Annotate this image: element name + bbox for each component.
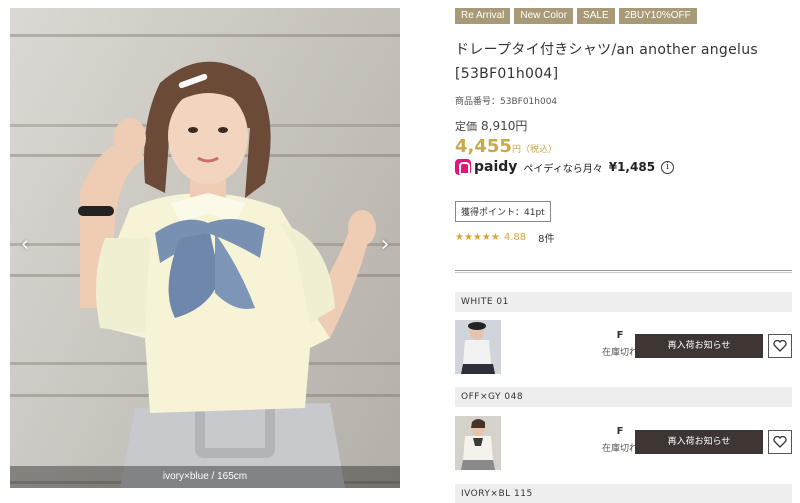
paidy-brand: paidy: [474, 159, 518, 175]
gallery-next-button[interactable]: ›: [374, 234, 396, 256]
heart-icon: [773, 340, 787, 352]
tag-list: Re Arrival New Color SALE 2BUY10%OFF: [455, 8, 795, 24]
variant-color-header: OFF×GY 048: [455, 387, 792, 407]
list-price-value: 8,910円: [481, 119, 528, 133]
points-badge: 獲得ポイント：41pt: [455, 201, 551, 222]
product-image-gallery[interactable]: ‹ › ivory×blue / 165cm: [10, 8, 400, 488]
rating-value: 4.88: [503, 232, 527, 243]
tag-2buy: 2BUY10%OFF: [618, 8, 697, 24]
paidy-logo: paidy: [455, 159, 517, 175]
list-price: 定価 8,910円: [455, 117, 795, 134]
sale-price: 4,455: [455, 136, 512, 157]
gallery-prev-button[interactable]: ‹: [14, 234, 36, 256]
sku-label: 商品番号：: [455, 97, 501, 107]
favorite-button[interactable]: [768, 430, 792, 454]
product-info: Re Arrival New Color SALE 2BUY10%OFF ドレー…: [455, 8, 795, 245]
variant-color-header: WHITE 01: [455, 292, 792, 312]
variant-row: F 在庫切れ 再入荷お知らせ: [455, 318, 792, 376]
variant-row: F 在庫切れ 再入荷お知らせ: [455, 414, 792, 472]
review-count[interactable]: 8件: [538, 230, 554, 245]
sku-value: 53BF01h004: [500, 97, 558, 107]
star-rating-icon: ★★★★★: [455, 232, 500, 243]
paidy-amount: ¥1,485: [608, 160, 656, 174]
variant-color-header: IVORY×BL 115: [455, 484, 792, 503]
tag-sale: SALE: [577, 8, 615, 24]
sale-price-suffix: 円（税込）: [511, 145, 557, 155]
tag-re-arrival: Re Arrival: [455, 8, 511, 24]
image-caption: ivory×blue / 165cm: [10, 466, 400, 488]
variant-thumbnail[interactable]: [455, 416, 501, 470]
variant-thumbnail[interactable]: [455, 320, 501, 374]
paidy-installment: paidy ペイディなら月々 ¥1,485 i: [455, 159, 795, 175]
product-title: ドレープタイ付きシャツ/an another angelus [53BF01h0…: [455, 42, 758, 82]
restock-notify-button[interactable]: 再入荷お知らせ: [635, 334, 763, 358]
heart-icon: [773, 436, 787, 448]
model-photo: [78, 61, 376, 488]
paidy-mark-icon: [455, 159, 471, 175]
rating[interactable]: ★★★★★ 4.88 8件: [455, 230, 795, 245]
product-sku: 商品番号：53BF01h004: [455, 94, 795, 107]
paidy-text: ペイディなら月々: [523, 163, 603, 175]
favorite-button[interactable]: [768, 334, 792, 358]
sale-price-row: 4,455円（税込）: [455, 136, 795, 157]
info-icon[interactable]: i: [661, 160, 675, 174]
tag-new-color: New Color: [514, 8, 574, 24]
restock-notify-button[interactable]: 再入荷お知らせ: [635, 430, 763, 454]
list-price-label: 定価: [455, 120, 477, 133]
divider: [455, 270, 792, 273]
